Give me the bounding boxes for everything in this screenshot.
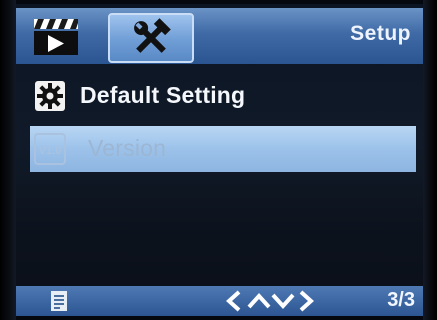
bottom-bar: 3/3 <box>16 286 423 316</box>
page-indicator: 3/3 <box>387 289 415 311</box>
top-bar: Setup <box>16 8 423 64</box>
menu-item-label: Version <box>88 135 167 161</box>
menu-item-label: Default Setting <box>80 82 246 108</box>
version-badge-text: V1.0 <box>39 145 62 157</box>
camera-screen: Setup Default Setting V1.0 Version 3/3 <box>16 4 423 316</box>
left-up-down-right-arrows-icon <box>226 290 314 312</box>
device-bezel-left <box>0 0 16 320</box>
device-bezel-right <box>423 0 437 320</box>
document-icon <box>51 291 67 311</box>
setup-tools-icon <box>134 18 171 53</box>
tab-setup[interactable] <box>108 13 194 63</box>
tab-video[interactable] <box>28 13 84 59</box>
menu-item-default-setting[interactable]: Default Setting <box>16 72 423 120</box>
page-title: Setup <box>350 22 411 45</box>
version-badge-icon: V1.0 <box>34 133 66 165</box>
menu-item-version[interactable]: V1.0 Version <box>30 126 416 172</box>
video-clapper-icon <box>34 19 78 55</box>
gear-icon <box>35 81 65 111</box>
